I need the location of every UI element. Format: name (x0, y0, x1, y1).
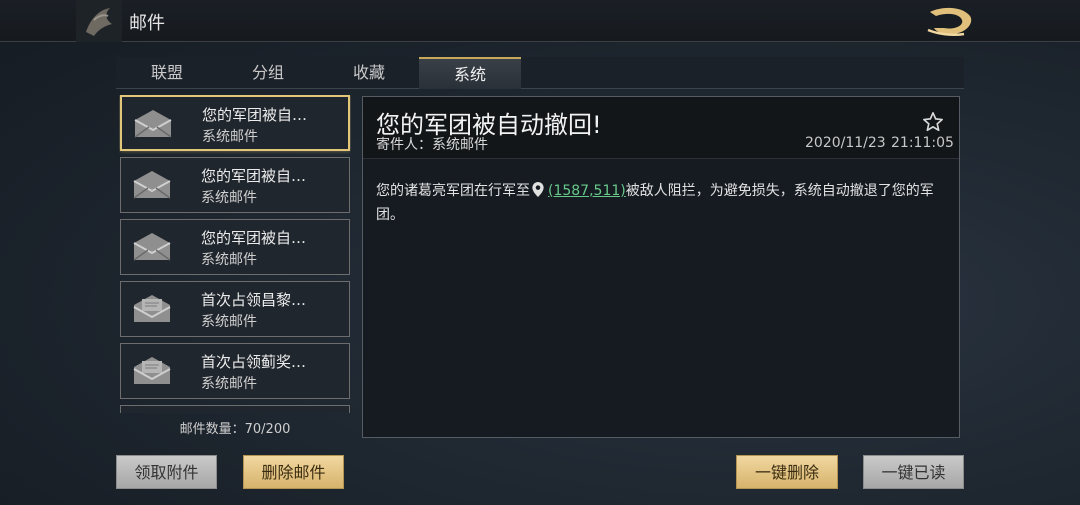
mail-list[interactable]: 您的军团被自… 系统邮件 您的军团被自… 系统邮件 您的军团被自… 系统邮件 首… (119, 95, 351, 413)
mail-subject: 首次占领昌黎… (201, 291, 307, 309)
list-item[interactable]: 首次占领蓟奖… 系统邮件 (120, 343, 350, 399)
delete-all-button[interactable]: 一键删除 (736, 455, 838, 489)
tab-alliance[interactable]: 联盟 (116, 57, 218, 89)
list-item[interactable]: 您的军团被自… 系统邮件 (120, 157, 350, 213)
claim-attachments-button[interactable]: 领取附件 (116, 455, 217, 489)
mail-detail-header: 您的军团被自动撤回! 寄件人：系统邮件 2020/11/23 21:11:05 (363, 97, 959, 159)
mail-sender: 系统邮件 (201, 376, 257, 392)
dragon-logo-icon[interactable] (924, 4, 976, 38)
mail-subject: 您的军团被自… (202, 106, 308, 124)
mail-date: 2020/11/23 (805, 135, 886, 151)
mail-sender: 系统邮件 (202, 129, 258, 145)
mail-detail-sender: 寄件人：系统邮件 (376, 137, 488, 153)
page-title: 邮件 (129, 13, 165, 34)
list-item[interactable]: 首次占领昌黎… 系统邮件 (120, 281, 350, 337)
tab-group[interactable]: 分组 (217, 57, 319, 89)
mail-subject: 您的军团被自… (201, 229, 307, 247)
list-item[interactable]: 您的军团被自… 系统邮件 (120, 95, 350, 151)
delete-mail-button[interactable]: 删除邮件 (243, 455, 344, 489)
mail-count: 邮件数量：70/200 (179, 422, 291, 437)
mail-subject: 首次占领蓟奖… (201, 353, 307, 371)
envelope-open-icon (134, 110, 172, 138)
dragon-emblem-icon (76, 0, 122, 42)
mail-tab-bar: 联盟 分组 收藏 系统 (116, 57, 964, 89)
tab-favorites[interactable]: 收藏 (318, 57, 420, 89)
read-all-button[interactable]: 一键已读 (863, 455, 964, 489)
top-bar: 邮件 (0, 0, 1080, 42)
list-item-partial[interactable] (120, 405, 350, 413)
list-item[interactable]: 您的军团被自… 系统邮件 (120, 219, 350, 275)
envelope-open-icon (133, 171, 171, 199)
mail-body-text: 您的诸葛亮军团在行军至 (376, 183, 530, 199)
coordinates-link[interactable]: (1587,511) (548, 183, 626, 199)
location-pin-icon (532, 182, 544, 197)
mail-subject: 您的军团被自… (201, 167, 307, 185)
mail-sender: 系统邮件 (201, 252, 257, 268)
star-icon[interactable] (922, 111, 944, 133)
mail-sender: 系统邮件 (201, 314, 257, 330)
mail-sender: 系统邮件 (201, 190, 257, 206)
tab-system[interactable]: 系统 (419, 57, 521, 89)
mail-detail-panel: 您的军团被自动撤回! 寄件人：系统邮件 2020/11/23 21:11:05 … (362, 96, 960, 438)
envelope-attachment-icon (133, 357, 171, 384)
envelope-attachment-icon (133, 295, 171, 322)
mail-detail-body: 您的诸葛亮军团在行军至 (1587,511)被敌人阻拦，为避免损失，系统自动撤退… (376, 179, 948, 227)
mail-time: 21:11:05 (891, 135, 954, 151)
envelope-open-icon (133, 233, 171, 261)
